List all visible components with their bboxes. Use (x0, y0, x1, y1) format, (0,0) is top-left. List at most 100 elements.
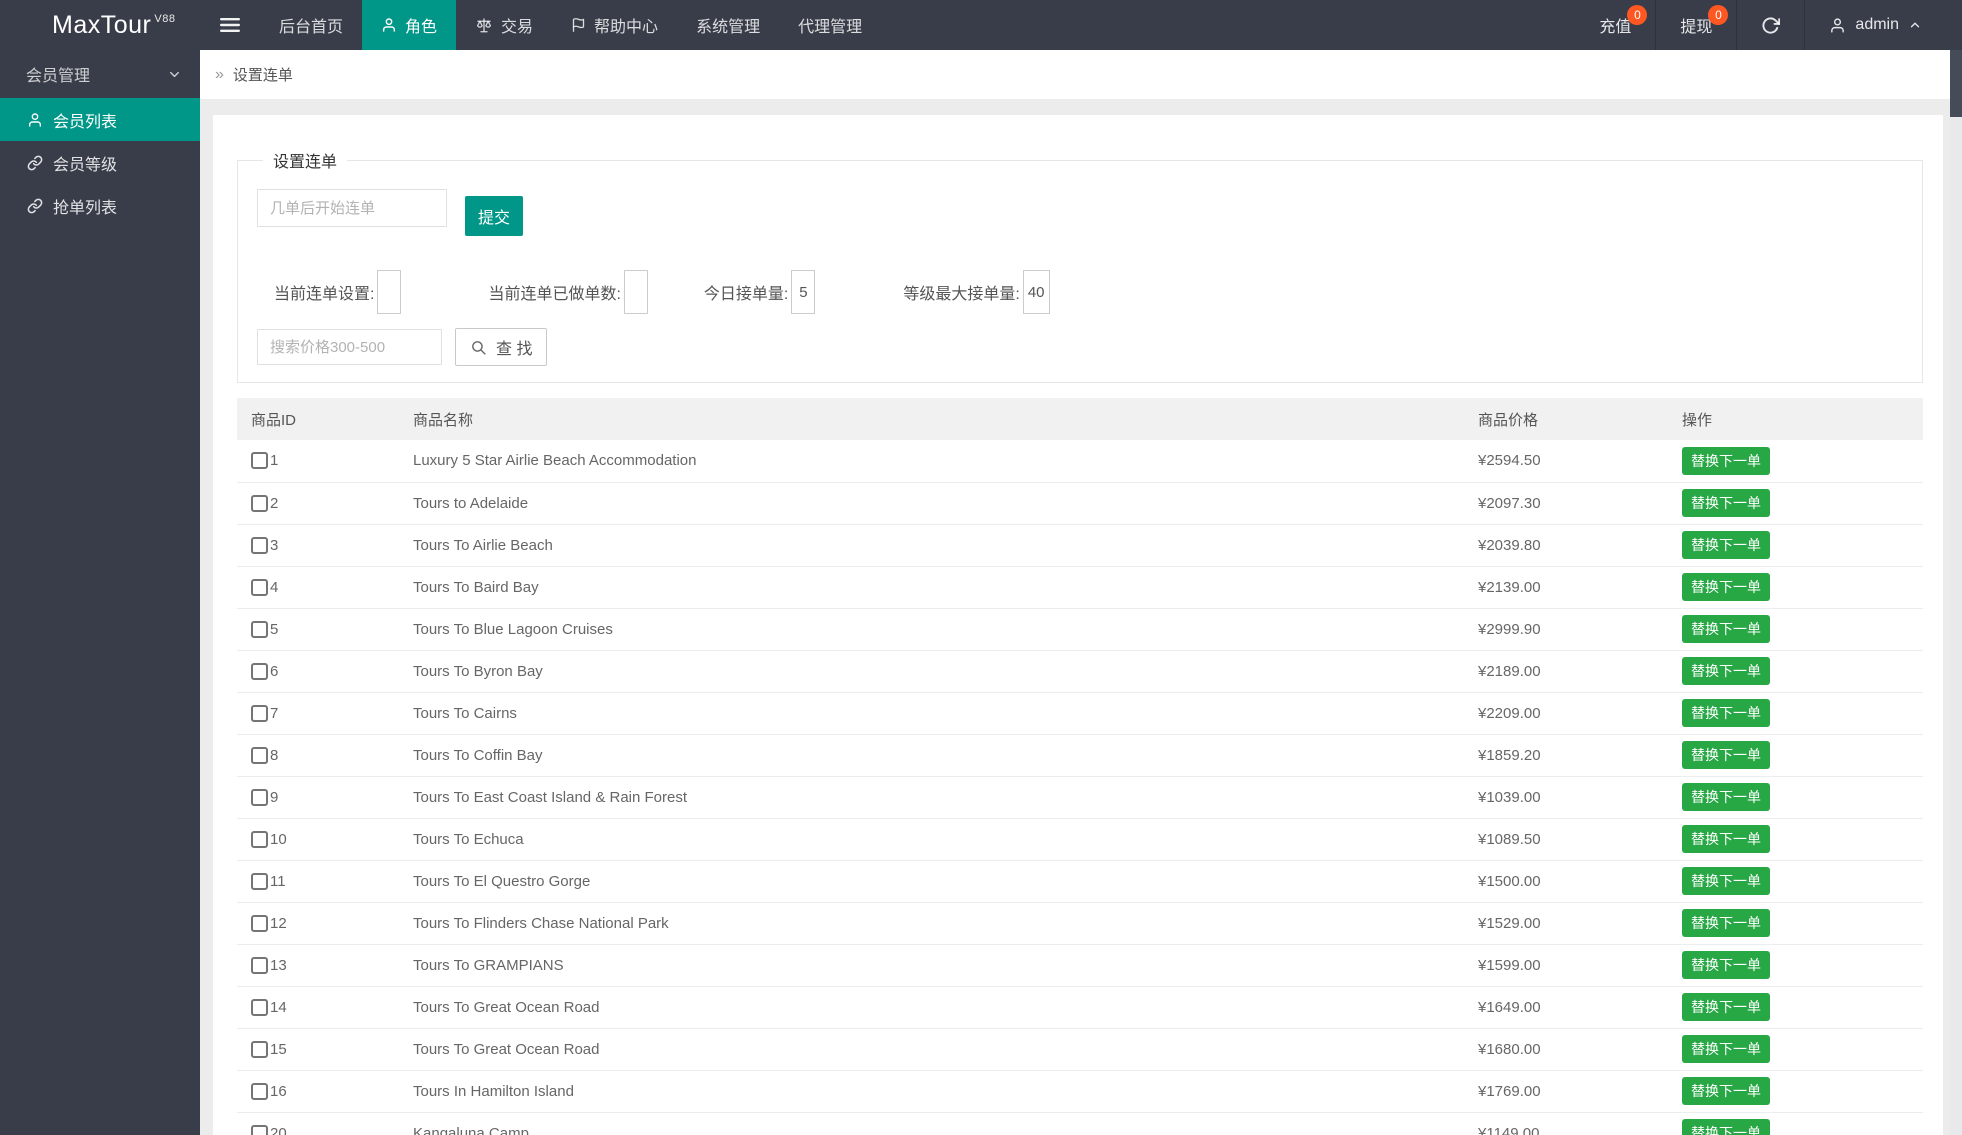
row-action-button[interactable]: 替换下一单 (1682, 657, 1770, 685)
row-checkbox[interactable] (251, 957, 268, 974)
row-checkbox[interactable] (251, 705, 268, 722)
row-checkbox[interactable] (251, 579, 268, 596)
withdraw-button[interactable]: 提现 0 (1655, 0, 1736, 50)
row-action-button[interactable]: 替换下一单 (1682, 489, 1770, 517)
nav-item-label: 交易 (501, 13, 533, 37)
row-action-button[interactable]: 替换下一单 (1682, 825, 1770, 853)
nav-item-label: 角色 (405, 13, 437, 37)
sidebar: 会员管理 会员列表 会员等级 抢单列表 (0, 50, 200, 1135)
row-action-button[interactable]: 替换下一单 (1682, 1077, 1770, 1105)
sidebar-group-member-management[interactable]: 会员管理 (0, 50, 200, 98)
nav-right-area: 充值 0 提现 0 admin (1575, 0, 1946, 50)
table-row: 5 Tours To Blue Lagoon Cruises ¥2999.90 … (237, 608, 1923, 650)
price-search-input[interactable] (257, 329, 442, 365)
row-checkbox[interactable] (251, 495, 268, 512)
sidebar-item-member-level[interactable]: 会员等级 (0, 141, 200, 184)
row-id: 7 (270, 705, 278, 722)
row-id: 15 (270, 1041, 287, 1058)
row-checkbox[interactable] (251, 1083, 268, 1100)
recharge-button[interactable]: 充值 0 (1575, 0, 1655, 50)
row-checkbox[interactable] (251, 663, 268, 680)
row-action-button[interactable]: 替换下一单 (1682, 573, 1770, 601)
row-price: ¥1599.00 (1464, 944, 1668, 986)
row-checkbox[interactable] (251, 1041, 268, 1058)
vertical-scrollbar (1950, 50, 1962, 1135)
row-price: ¥2097.30 (1464, 482, 1668, 524)
row-checkbox[interactable] (251, 1125, 268, 1135)
row-action-button[interactable]: 替换下一单 (1682, 531, 1770, 559)
table-row: 6 Tours To Byron Bay ¥2189.00 替换下一单 (237, 650, 1923, 692)
nav-menu: 后台首页 角色 交易 帮助中心 系统管理 代理管理 (200, 0, 881, 50)
stat-value-box[interactable] (377, 270, 401, 314)
stat-chain-orders-done: 当前连单已做单数: (488, 270, 647, 314)
row-action-button[interactable]: 替换下一单 (1682, 699, 1770, 727)
breadcrumb-separator: » (215, 66, 224, 84)
row-checkbox[interactable] (251, 789, 268, 806)
stat-value-box[interactable]: 5 (791, 270, 815, 314)
table-row: 3 Tours To Airlie Beach ¥2039.80 替换下一单 (237, 524, 1923, 566)
row-name: Tours To Great Ocean Road (399, 986, 1464, 1028)
row-checkbox[interactable] (251, 915, 268, 932)
row-checkbox[interactable] (251, 747, 268, 764)
row-action-button[interactable]: 替换下一单 (1682, 951, 1770, 979)
stat-level-max-orders: 等级最大接单量: 40 (903, 270, 1049, 314)
row-action-button[interactable]: 替换下一单 (1682, 1035, 1770, 1063)
panel-legend: 设置连单 (263, 148, 347, 172)
nav-item-trade[interactable]: 交易 (456, 0, 552, 50)
row-name: Luxury 5 Star Airlie Beach Accommodation (399, 440, 1464, 482)
row-action-button[interactable]: 替换下一单 (1682, 867, 1770, 895)
row-checkbox[interactable] (251, 621, 268, 638)
nav-item-help-center[interactable]: 帮助中心 (552, 0, 677, 50)
link-icon (27, 155, 43, 171)
flag-icon (571, 17, 586, 33)
row-checkbox[interactable] (251, 999, 268, 1016)
breadcrumb: » 设置连单 (200, 50, 1962, 99)
submit-button[interactable]: 提交 (465, 196, 523, 236)
stat-today-orders: 今日接单量: 5 (704, 270, 815, 314)
withdraw-badge: 0 (1708, 5, 1728, 25)
sidebar-item-member-list[interactable]: 会员列表 (0, 98, 200, 141)
sidebar-item-grab-order-list[interactable]: 抢单列表 (0, 184, 200, 227)
row-name: Tours To East Coast Island & Rain Forest (399, 776, 1464, 818)
row-checkbox[interactable] (251, 452, 268, 469)
row-action-button[interactable]: 替换下一单 (1682, 909, 1770, 937)
row-price: ¥1529.00 (1464, 902, 1668, 944)
row-action-button[interactable]: 替换下一单 (1682, 783, 1770, 811)
app-logo: MaxTour V88 (0, 0, 200, 50)
row-price: ¥1649.00 (1464, 986, 1668, 1028)
scrollbar-thumb[interactable] (1950, 50, 1962, 117)
nav-item-backend-home[interactable]: 后台首页 (260, 0, 362, 50)
nav-item-role[interactable]: 角色 (362, 0, 456, 50)
stat-value-box[interactable] (624, 270, 648, 314)
row-price: ¥2189.00 (1464, 650, 1668, 692)
chain-order-count-input[interactable] (257, 189, 447, 227)
nav-item-system-management[interactable]: 系统管理 (677, 0, 779, 50)
user-icon (27, 112, 43, 128)
row-checkbox[interactable] (251, 873, 268, 890)
stat-label: 等级最大接单量: (903, 280, 1019, 304)
refresh-button[interactable] (1736, 0, 1804, 50)
product-table-body: 1 Luxury 5 Star Airlie Beach Accommodati… (237, 440, 1923, 1135)
row-name: Tours To Byron Bay (399, 650, 1464, 692)
row-action-button[interactable]: 替换下一单 (1682, 741, 1770, 769)
admin-menu[interactable]: admin (1804, 0, 1946, 50)
search-button[interactable]: 查 找 (455, 328, 547, 366)
row-id: 14 (270, 999, 287, 1016)
row-name: Tours To Flinders Chase National Park (399, 902, 1464, 944)
row-action-button[interactable]: 替换下一单 (1682, 447, 1770, 475)
row-action-button[interactable]: 替换下一单 (1682, 1119, 1770, 1135)
stat-value-box[interactable]: 40 (1023, 270, 1050, 314)
table-row: 7 Tours To Cairns ¥2209.00 替换下一单 (237, 692, 1923, 734)
table-row: 4 Tours To Baird Bay ¥2139.00 替换下一单 (237, 566, 1923, 608)
hamburger-icon[interactable] (200, 0, 260, 50)
row-checkbox[interactable] (251, 831, 268, 848)
row-action-button[interactable]: 替换下一单 (1682, 615, 1770, 643)
stat-label: 当前连单设置: (274, 280, 374, 304)
row-price: ¥1149.00 (1464, 1112, 1668, 1135)
row-id: 3 (270, 537, 278, 554)
table-row: 14 Tours To Great Ocean Road ¥1649.00 替换… (237, 986, 1923, 1028)
row-action-button[interactable]: 替换下一单 (1682, 993, 1770, 1021)
row-checkbox[interactable] (251, 537, 268, 554)
table-row: 9 Tours To East Coast Island & Rain Fore… (237, 776, 1923, 818)
nav-item-agent-management[interactable]: 代理管理 (779, 0, 881, 50)
